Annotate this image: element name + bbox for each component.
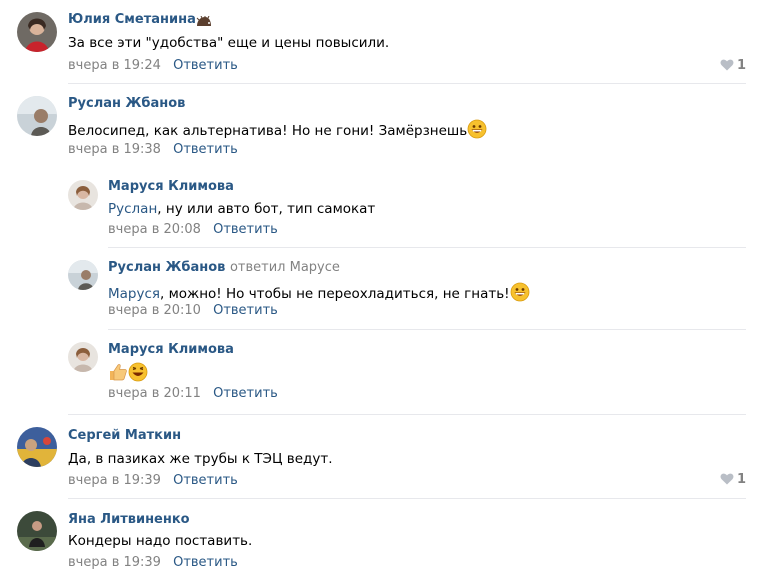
- comment-time[interactable]: вчера в 19:39: [68, 555, 161, 570]
- comment-author[interactable]: Яна Литвиненко: [68, 512, 190, 527]
- comment-meta: вчера в 20:11 Ответить: [108, 386, 278, 401]
- reply-link[interactable]: Ответить: [173, 473, 238, 488]
- reply-link[interactable]: Ответить: [173, 142, 238, 157]
- grinning-emoji-icon: [467, 119, 487, 143]
- comment-author[interactable]: Маруся Климова: [108, 342, 234, 357]
- comment-emoji-row: [108, 362, 148, 386]
- comment-meta: вчера в 19:24 Ответить: [68, 58, 238, 73]
- comment-time[interactable]: вчера в 20:11: [108, 386, 201, 401]
- comment: Сергей Маткин Да, в пазиках же трубы к Т…: [0, 415, 760, 499]
- avatar[interactable]: [68, 342, 98, 372]
- laughing-emoji-icon: [128, 362, 148, 386]
- reply-link[interactable]: Ответить: [173, 555, 238, 570]
- comment-meta: вчера в 19:39 Ответить: [68, 473, 238, 488]
- comment-text: Велосипед, как альтернатива! Но не гони!…: [68, 119, 487, 143]
- reply-link[interactable]: Ответить: [213, 386, 278, 401]
- comment: Руслан Жбанов Велосипед, как альтернатив…: [0, 84, 760, 168]
- comment-time[interactable]: вчера в 20:10: [108, 303, 201, 318]
- like-button[interactable]: 1: [720, 472, 746, 487]
- avatar[interactable]: [68, 260, 98, 290]
- mention-link[interactable]: Маруся: [108, 286, 160, 302]
- comment-author[interactable]: Руслан Жбанов ответил Марусе: [108, 260, 340, 275]
- reply-comment: Руслан Жбанов ответил Марусе Маруся, мож…: [0, 248, 760, 330]
- comment-meta: вчера в 19:39 Ответить: [68, 555, 238, 570]
- comment-author[interactable]: Сергей Маткин: [68, 428, 181, 443]
- comment-time[interactable]: вчера в 19:24: [68, 58, 161, 73]
- reply-comment: Маруся Климова вчера в 20:11 Ответить: [0, 330, 760, 414]
- reply-link[interactable]: Ответить: [213, 303, 278, 318]
- comment-text: Кондеры надо поставить.: [68, 533, 253, 549]
- thumbs-up-emoji-icon: [108, 362, 128, 386]
- avatar[interactable]: [17, 96, 57, 136]
- heart-icon: [720, 473, 734, 485]
- replied-to[interactable]: ответил Марусе: [230, 260, 340, 275]
- reply-comment: Маруся Климова Руслан, ну или авто бот, …: [0, 168, 760, 248]
- comment-author[interactable]: Руслан Жбанов: [68, 96, 185, 111]
- comment-text: За все эти "удобства" еще и цены повысил…: [68, 35, 390, 51]
- comment: Яна Литвиненко Кондеры надо поставить. в…: [0, 499, 760, 572]
- comment-meta: вчера в 19:38 Ответить: [68, 142, 238, 157]
- mention-link[interactable]: Руслан: [108, 201, 157, 217]
- reply-link[interactable]: Ответить: [213, 222, 278, 237]
- grinning-emoji-icon: [510, 282, 530, 306]
- comment-time[interactable]: вчера в 20:08: [108, 222, 201, 237]
- comment-author[interactable]: Маруся Климова: [108, 179, 234, 194]
- comment-time[interactable]: вчера в 19:38: [68, 142, 161, 157]
- reply-link[interactable]: Ответить: [173, 58, 238, 73]
- heart-icon: [720, 59, 734, 71]
- comment-author[interactable]: Юлия Сметанина: [68, 12, 196, 27]
- comment-meta: вчера в 20:10 Ответить: [108, 303, 278, 318]
- avatar[interactable]: [17, 427, 57, 467]
- hedgehog-icon: [196, 13, 212, 32]
- comment-time[interactable]: вчера в 19:39: [68, 473, 161, 488]
- comment-text: Руслан, ну или авто бот, тип самокат: [108, 201, 376, 217]
- like-button[interactable]: 1: [720, 58, 746, 73]
- avatar[interactable]: [17, 12, 57, 52]
- comment: Юлия Сметанина За все эти "удобства" еще…: [0, 0, 760, 84]
- like-count: 1: [737, 58, 747, 73]
- comment-meta: вчера в 20:08 Ответить: [108, 222, 278, 237]
- like-count: 1: [737, 472, 747, 487]
- avatar[interactable]: [17, 511, 57, 551]
- avatar[interactable]: [68, 180, 98, 210]
- comment-text: Да, в пазиках же трубы к ТЭЦ ведут.: [68, 451, 333, 467]
